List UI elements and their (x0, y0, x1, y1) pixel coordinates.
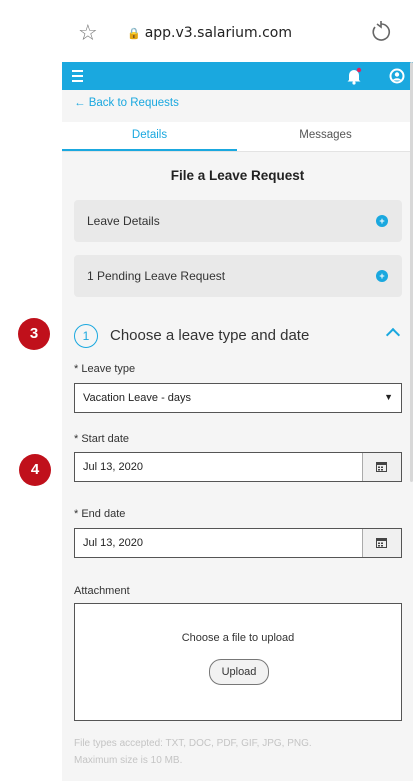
end-date-label: * End date (74, 508, 126, 520)
accordion-label: Leave Details (87, 214, 160, 228)
back-to-requests-link[interactable]: ← Back to Requests (74, 97, 179, 109)
step-number: 1 (74, 324, 98, 348)
expand-icon: + (376, 270, 388, 282)
notification-bell-icon[interactable] (346, 67, 362, 85)
user-profile-icon[interactable] (389, 68, 405, 84)
hamburger-menu-icon[interactable] (72, 70, 83, 82)
leave-details-accordion[interactable]: Leave Details + (74, 200, 402, 242)
attachment-label: Attachment (74, 585, 130, 597)
scrollbar[interactable] (410, 62, 413, 482)
end-date-value: Jul 13, 2020 (83, 537, 143, 549)
calendar-icon (376, 462, 387, 472)
leave-type-label: * Leave type (74, 363, 136, 375)
address-bar[interactable]: 🔒 app.v3.salarium.com (0, 25, 419, 41)
leave-type-select[interactable]: Vacation Leave - days ▼ (74, 383, 402, 413)
start-date-calendar-button[interactable] (362, 453, 401, 481)
start-date-value: Jul 13, 2020 (83, 461, 143, 473)
end-date-field[interactable]: Jul 13, 2020 (74, 528, 402, 558)
lock-icon: 🔒 (127, 27, 141, 40)
step-header[interactable]: 1 Choose a leave type and date (74, 324, 402, 350)
start-date-field[interactable]: Jul 13, 2020 (74, 452, 402, 482)
step-title: Choose a leave type and date (110, 327, 310, 344)
upload-button[interactable]: Upload (209, 659, 269, 685)
page-title: File a Leave Request (170, 168, 305, 183)
file-types-hint: File types accepted: TXT, DOC, PDF, GIF,… (74, 738, 312, 749)
browser-toolbar: ☆ 🔒 app.v3.salarium.com (0, 0, 419, 62)
annotation-badge-3: 3 (18, 318, 50, 350)
calendar-icon (376, 538, 387, 548)
tab-bar: Details Messages (62, 122, 413, 152)
reload-icon[interactable] (369, 20, 393, 44)
upload-prompt: Choose a file to upload (181, 632, 295, 644)
app-header (62, 62, 413, 90)
accordion-label: 1 Pending Leave Request (87, 269, 226, 283)
back-link-label: Back to Requests (88, 97, 179, 109)
chevron-up-icon[interactable] (385, 327, 401, 343)
pending-requests-accordion[interactable]: 1 Pending Leave Request + (74, 255, 402, 297)
url-text: app.v3.salarium.com (144, 25, 292, 41)
expand-icon: + (376, 215, 388, 227)
tab-messages[interactable]: Messages (238, 122, 413, 151)
file-upload-area[interactable]: Choose a file to upload Upload (74, 603, 402, 721)
start-date-label: * Start date (74, 433, 130, 445)
annotation-badge-4: 4 (19, 454, 51, 486)
max-size-hint: Maximum size is 10 MB. (74, 755, 183, 766)
tab-details[interactable]: Details (62, 122, 237, 151)
leave-type-value: Vacation Leave - days (83, 392, 192, 404)
leave-request-page: ← Back to Requests Details Messages File… (62, 90, 413, 781)
dropdown-arrow-icon: ▼ (384, 392, 393, 402)
end-date-calendar-button[interactable] (362, 529, 401, 557)
